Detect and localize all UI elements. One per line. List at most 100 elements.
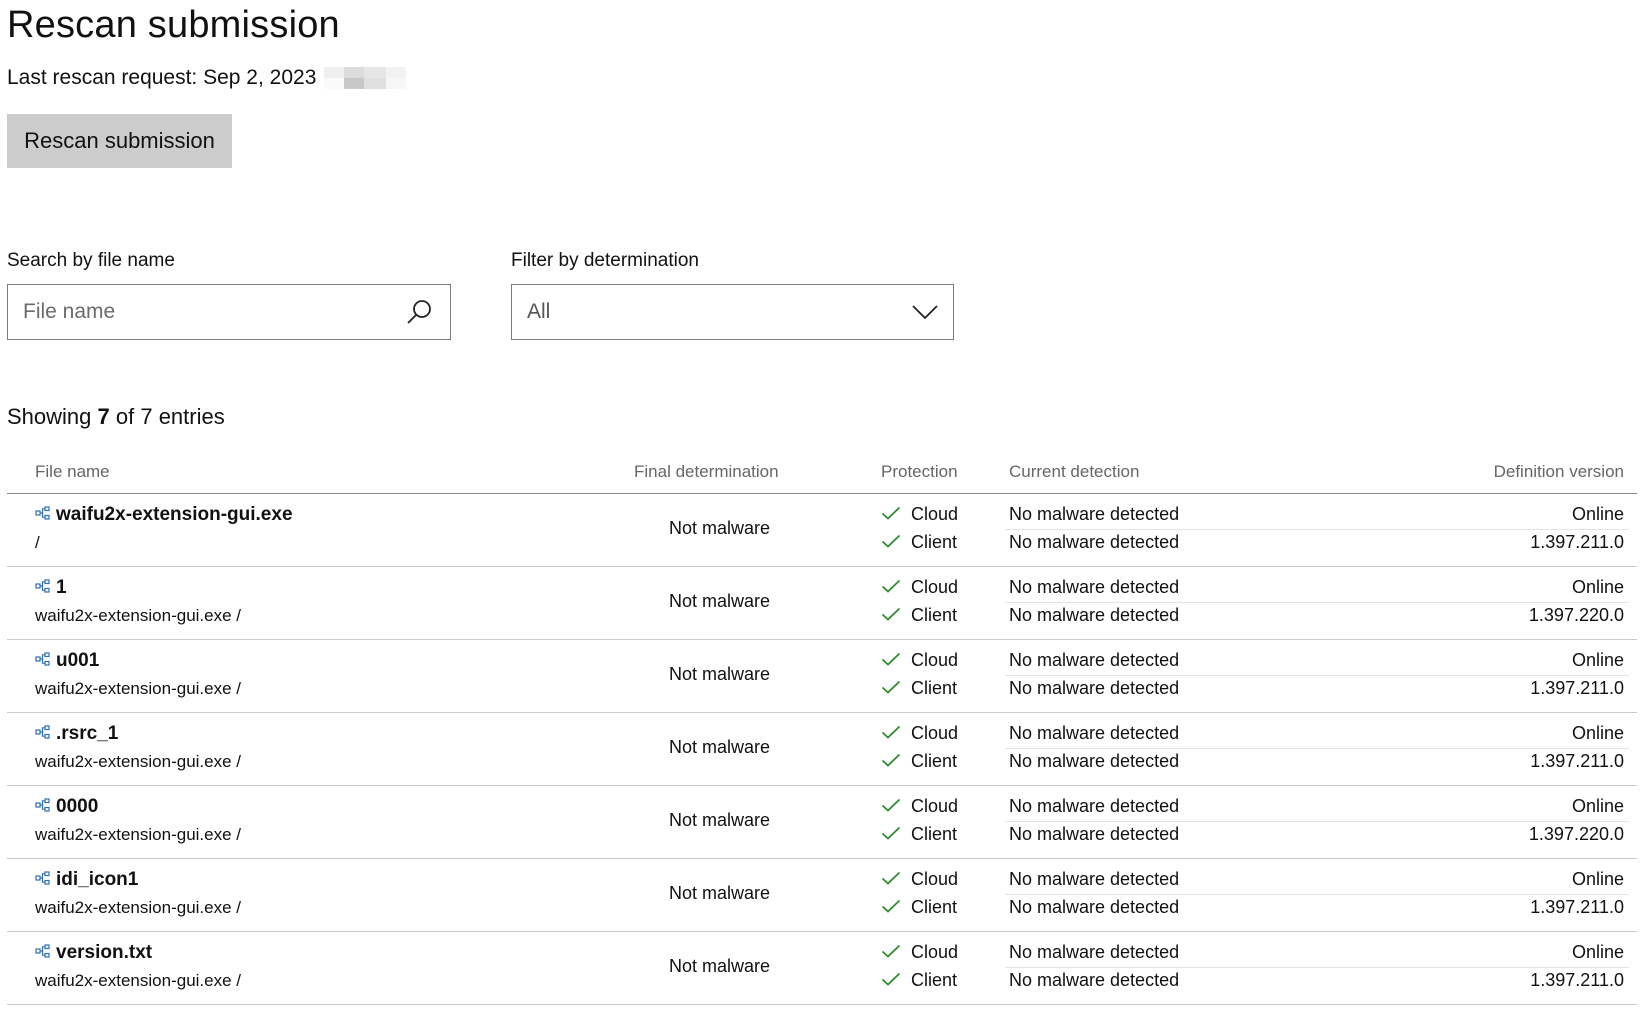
file-tree-icon [35, 723, 56, 745]
table-row[interactable]: idi_icon1 waifu2x-extension-gui.exe / Not … [7, 859, 1637, 932]
search-input[interactable] [8, 285, 404, 339]
col-current-detection[interactable]: Current detection [1009, 462, 1139, 482]
protection-client-label: Client [911, 605, 958, 625]
last-rescan-info: Last rescan request: Sep 2, 2023 [7, 66, 407, 90]
protection-client: Client [881, 970, 957, 991]
col-protection[interactable]: Protection [881, 462, 958, 482]
file-tree-icon [35, 869, 56, 891]
filter-selected-value: All [527, 300, 551, 323]
client-definition-version: 1.397.220.0 [1528, 605, 1624, 625]
check-icon [881, 897, 911, 918]
file-path: / [35, 533, 40, 552]
client-detection: No malware detected [1009, 751, 1180, 771]
file-name-cell[interactable]: 0000 [35, 796, 98, 818]
check-icon [881, 970, 911, 991]
file-name[interactable]: idi_icon1 [56, 869, 138, 891]
file-name[interactable]: version.txt [56, 942, 152, 964]
cloud-detection: No malware detected [1009, 869, 1180, 889]
final-determination: Not malware [669, 737, 771, 757]
cloud-detection: No malware detected [1009, 796, 1180, 816]
cloud-definition-version: Online [1571, 504, 1624, 524]
col-final-determination[interactable]: Final determination [634, 462, 779, 482]
table-row[interactable]: u001 waifu2x-extension-gui.exe / Not malwa… [7, 640, 1637, 713]
file-name-cell[interactable]: waifu2x-extension-gui.exe [35, 504, 293, 526]
protection-cloud: Cloud [881, 942, 958, 963]
client-definition-version: 1.397.211.0 [1530, 751, 1624, 771]
protection-cloud: Cloud [881, 504, 958, 525]
client-detection: No malware detected [1009, 678, 1180, 698]
protection-client: Client [881, 605, 957, 626]
col-file-name[interactable]: File name [35, 462, 110, 482]
row-sub-divider [1005, 821, 1629, 822]
protection-client: Client [881, 532, 957, 553]
file-name-cell[interactable]: version.txt [35, 942, 152, 964]
check-icon [881, 504, 911, 525]
row-sub-divider [1005, 748, 1629, 749]
file-name[interactable]: .rsrc_1 [56, 723, 118, 745]
cloud-definition-version: Online [1571, 869, 1624, 889]
table-row[interactable]: 0000 waifu2x-extension-gui.exe / Not malwa… [7, 786, 1637, 859]
final-determination: Not malware [669, 664, 771, 684]
protection-client: Client [881, 824, 957, 845]
file-name[interactable]: 1 [56, 577, 67, 599]
protection-client-label: Client [911, 751, 958, 771]
protection-client-label: Client [911, 970, 958, 990]
file-name[interactable]: waifu2x-extension-gui.exe [56, 504, 293, 526]
check-icon [881, 650, 911, 671]
table-row[interactable]: version.txt waifu2x-extension-gui.exe / No… [7, 932, 1637, 1005]
protection-cloud-label: Cloud [911, 650, 959, 670]
search-icon[interactable] [404, 297, 434, 327]
final-determination: Not malware [669, 591, 771, 611]
cloud-detection: No malware detected [1009, 942, 1180, 962]
row-sub-divider [1005, 602, 1629, 603]
protection-cloud-label: Cloud [911, 942, 959, 962]
client-definition-version: 1.397.211.0 [1530, 897, 1624, 917]
file-tree-icon [35, 942, 56, 964]
file-name[interactable]: 0000 [56, 796, 98, 818]
check-icon [881, 605, 911, 626]
protection-client: Client [881, 678, 957, 699]
table-header: File name Final determination Protection… [7, 452, 1637, 494]
table-row[interactable]: waifu2x-extension-gui.exe / Not malware Clo… [7, 494, 1637, 567]
file-name-cell[interactable]: u001 [35, 650, 99, 672]
file-path: waifu2x-extension-gui.exe / [35, 679, 242, 698]
client-definition-version: 1.397.211.0 [1530, 970, 1624, 990]
protection-client-label: Client [911, 678, 958, 698]
protection-cloud-label: Cloud [911, 796, 959, 816]
filter-label: Filter by determination [511, 250, 699, 271]
filter-dropdown[interactable]: All [511, 284, 954, 340]
client-detection: No malware detected [1009, 532, 1180, 552]
file-tree-icon [35, 650, 56, 672]
cloud-detection: No malware detected [1009, 504, 1180, 524]
file-tree-icon [35, 796, 56, 818]
table-row[interactable]: .rsrc_1 waifu2x-extension-gui.exe / Not ma… [7, 713, 1637, 786]
protection-cloud: Cloud [881, 650, 958, 671]
file-name-cell[interactable]: .rsrc_1 [35, 723, 118, 745]
col-definition-version[interactable]: Definition version [1494, 462, 1624, 482]
cloud-detection: No malware detected [1009, 577, 1180, 597]
file-path: waifu2x-extension-gui.exe / [35, 752, 242, 771]
file-name-cell[interactable]: idi_icon1 [35, 869, 138, 891]
check-icon [881, 942, 911, 963]
rescan-submission-button[interactable]: Rescan submission [7, 114, 232, 168]
final-determination: Not malware [669, 810, 771, 830]
client-definition-version: 1.397.211.0 [1530, 678, 1624, 698]
file-name[interactable]: u001 [56, 650, 99, 672]
row-sub-divider [1005, 967, 1629, 968]
summary-shown-count: 7 [97, 404, 110, 429]
file-name-cell[interactable]: 1 [35, 577, 67, 599]
summary-prefix: Showing [7, 404, 92, 429]
final-determination: Not malware [669, 518, 771, 538]
chevron-down-icon [912, 305, 938, 320]
protection-cloud-label: Cloud [911, 723, 959, 743]
summary-total: of 7 entries [115, 404, 225, 429]
row-sub-divider [1005, 675, 1629, 676]
row-sub-divider [1005, 894, 1629, 895]
client-detection: No malware detected [1009, 897, 1180, 917]
protection-cloud: Cloud [881, 577, 958, 598]
check-icon [881, 678, 911, 699]
check-icon [881, 723, 911, 744]
final-determination: Not malware [669, 883, 771, 903]
table-row[interactable]: 1 waifu2x-extension-gui.exe / Not malware C… [7, 567, 1637, 640]
cloud-detection: No malware detected [1009, 650, 1180, 670]
